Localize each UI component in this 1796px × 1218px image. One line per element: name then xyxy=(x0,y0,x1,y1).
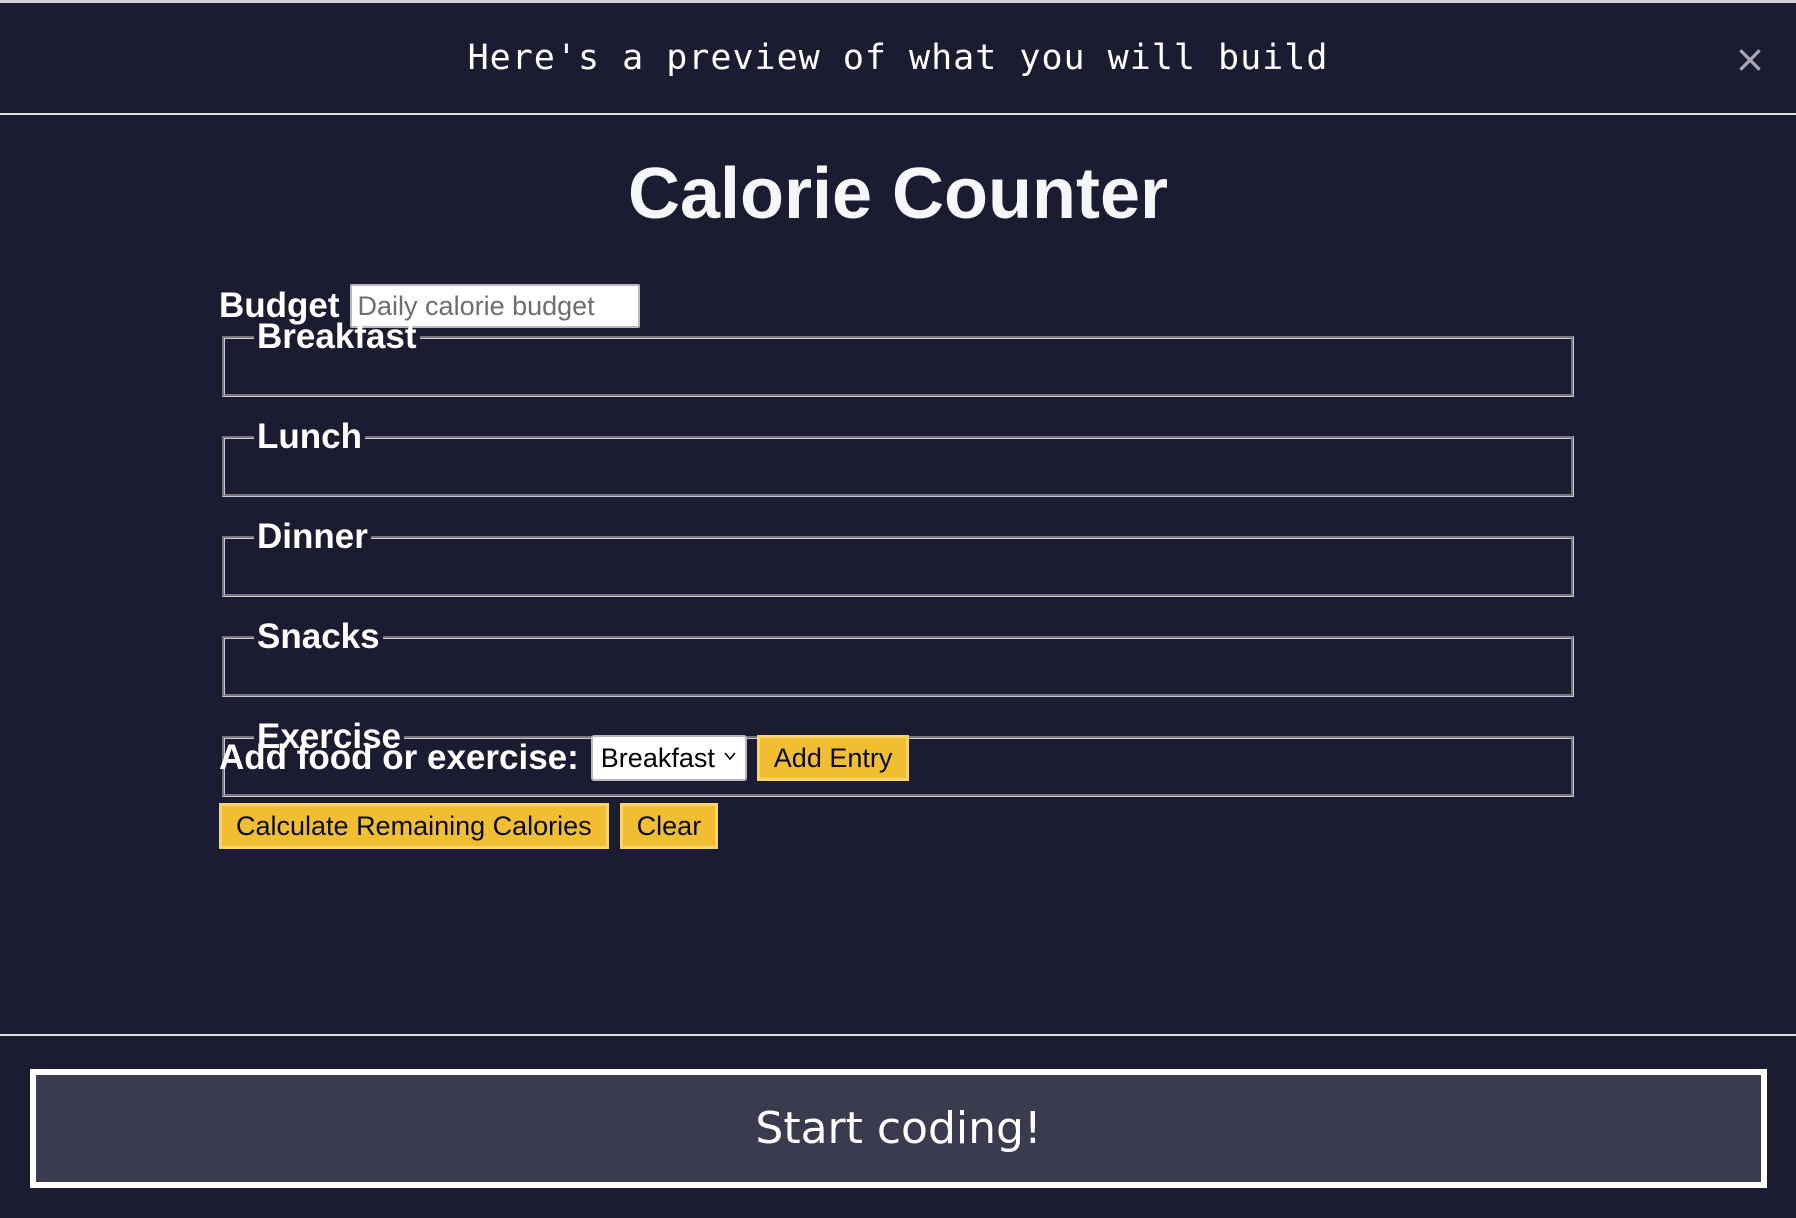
calculate-remaining-calories-button[interactable]: Calculate Remaining Calories xyxy=(219,803,609,849)
footer-divider xyxy=(0,1034,1796,1036)
modal-title: Here's a preview of what you will build xyxy=(467,38,1329,78)
legend-snacks: Snacks xyxy=(257,617,380,656)
preview-modal: Here's a preview of what you will build … xyxy=(0,0,1796,1218)
legend-lunch: Lunch xyxy=(257,417,362,456)
app-preview: Calorie Counter Budget Breakfast Lunch D… xyxy=(0,117,1796,1034)
fieldset-snacks: Snacks xyxy=(222,617,1574,697)
fieldset-breakfast: Breakfast xyxy=(222,317,1574,397)
entry-type-select[interactable]: Breakfast xyxy=(590,735,747,781)
close-icon[interactable]: × xyxy=(1730,39,1770,79)
chevron-down-icon xyxy=(724,752,736,761)
fieldset-dinner: Dinner xyxy=(222,517,1574,597)
clear-button[interactable]: Clear xyxy=(619,803,719,849)
add-entry-label: Add food or exercise: xyxy=(219,738,579,777)
legend-breakfast: Breakfast xyxy=(257,317,417,356)
page-title: Calorie Counter xyxy=(627,154,1169,234)
entry-type-selected-value: Breakfast xyxy=(600,742,715,773)
action-row: Calculate Remaining Calories Clear xyxy=(219,802,719,850)
add-entry-button[interactable]: Add Entry xyxy=(756,735,910,781)
fieldset-lunch: Lunch xyxy=(222,417,1574,497)
start-coding-button[interactable]: Start coding! xyxy=(30,1069,1767,1188)
add-entry-row: Add food or exercise: Breakfast Add Entr… xyxy=(219,733,910,783)
legend-dinner: Dinner xyxy=(257,517,368,556)
modal-header: Here's a preview of what you will build … xyxy=(0,3,1796,115)
